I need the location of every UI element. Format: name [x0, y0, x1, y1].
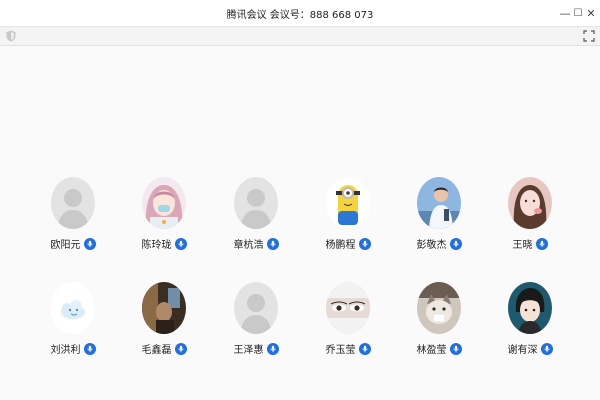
microphone-icon	[86, 345, 93, 352]
participant-avatar[interactable]	[51, 282, 95, 334]
microphone-status-icon	[449, 342, 462, 355]
participant-tile[interactable]: 毛鑫磊	[116, 282, 212, 372]
participant-name-row: 王晓	[482, 236, 578, 251]
participant-name: 林盈莹	[416, 345, 447, 356]
participant-name-row: 林盈莹	[391, 341, 487, 356]
participant-name: 杨鹏程	[325, 240, 356, 251]
microphone-status-icon	[535, 237, 548, 250]
microphone-status-icon	[358, 237, 371, 250]
participant-name: 谢有深	[507, 345, 538, 356]
microphone-icon	[361, 240, 368, 247]
participant-tile[interactable]: 林盈莹	[391, 282, 487, 372]
participant-tile[interactable]: 谢有深	[482, 282, 578, 372]
participant-name: 陈玲珑	[141, 240, 172, 251]
microphone-status-icon	[174, 342, 187, 355]
participant-name: 章杭浩	[233, 240, 264, 251]
microphone-status-icon	[83, 237, 96, 250]
microphone-icon	[452, 345, 459, 352]
microphone-icon	[177, 240, 184, 247]
participant-avatar[interactable]	[51, 177, 95, 229]
participant-name: 王泽惠	[233, 345, 264, 356]
participant-avatar[interactable]	[417, 282, 461, 334]
participant-tile[interactable]: 陈玲珑	[116, 177, 212, 267]
microphone-status-icon	[540, 342, 553, 355]
participant-avatar[interactable]	[326, 282, 370, 334]
participant-name: 刘洪利	[50, 345, 81, 356]
microphone-icon	[177, 345, 184, 352]
participant-avatar[interactable]	[508, 177, 552, 229]
participant-avatar[interactable]	[508, 282, 552, 334]
microphone-icon	[361, 345, 368, 352]
participant-name: 毛鑫磊	[141, 345, 172, 356]
participant-name-row: 杨鹏程	[300, 236, 396, 251]
participant-avatar[interactable]	[417, 177, 461, 229]
participant-tile[interactable]: 欧阳元	[25, 177, 121, 267]
microphone-status-icon	[449, 237, 462, 250]
participant-name: 王晓	[512, 240, 533, 251]
participant-name-row: 章杭浩	[208, 236, 304, 251]
microphone-icon	[86, 240, 93, 247]
microphone-status-icon	[266, 237, 279, 250]
participant-name: 乔玉莹	[325, 345, 356, 356]
participant-name-row: 陈玲珑	[116, 236, 212, 251]
participant-name-row: 刘洪利	[25, 341, 121, 356]
microphone-icon	[452, 240, 459, 247]
participant-avatar[interactable]	[142, 177, 186, 229]
participant-name-row: 乔玉莹	[300, 341, 396, 356]
microphone-icon	[538, 240, 545, 247]
participant-avatar[interactable]	[234, 282, 278, 334]
participant-name: 欧阳元	[50, 240, 81, 251]
participant-name-row: 欧阳元	[25, 236, 121, 251]
participant-avatar[interactable]	[234, 177, 278, 229]
participant-tile[interactable]: 章杭浩	[208, 177, 304, 267]
microphone-icon	[269, 345, 276, 352]
microphone-status-icon	[266, 342, 279, 355]
participant-tile[interactable]: 杨鹏程	[300, 177, 396, 267]
participant-name: 彭敬杰	[416, 240, 447, 251]
participant-name-row: 毛鑫磊	[116, 341, 212, 356]
participant-grid: 欧阳元 陈玲珑 章杭浩 杨鹏程 彭敬杰 王晓刘洪利 毛鑫磊 王泽惠 乔玉莹 林盈莹 谢有深	[0, 0, 600, 400]
participant-name-row: 王泽惠	[208, 341, 304, 356]
participant-tile[interactable]: 乔玉莹	[300, 282, 396, 372]
participant-name-row: 谢有深	[482, 341, 578, 356]
microphone-status-icon	[83, 342, 96, 355]
participant-tile[interactable]: 彭敬杰	[391, 177, 487, 267]
microphone-status-icon	[358, 342, 371, 355]
participant-tile[interactable]: 王晓	[482, 177, 578, 267]
microphone-icon	[543, 345, 550, 352]
participant-avatar[interactable]	[326, 177, 370, 229]
participant-tile[interactable]: 刘洪利	[25, 282, 121, 372]
microphone-status-icon	[174, 237, 187, 250]
microphone-icon	[269, 240, 276, 247]
participant-avatar[interactable]	[142, 282, 186, 334]
participant-tile[interactable]: 王泽惠	[208, 282, 304, 372]
participant-name-row: 彭敬杰	[391, 236, 487, 251]
